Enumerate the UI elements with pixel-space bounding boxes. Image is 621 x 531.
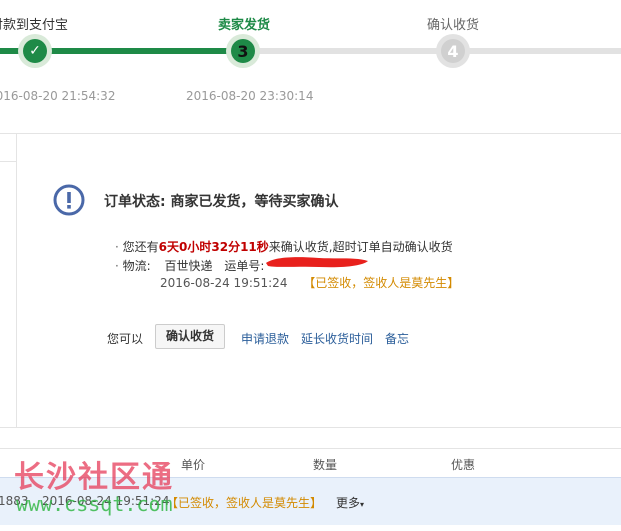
bullet: ·: [115, 240, 119, 254]
action-prefix: 您可以: [107, 332, 144, 346]
logistics-time: 2016-08-24 19:51:24: [160, 276, 288, 290]
remaining-time-line: · 您还有6天0小时32分11秒来确认收货,超时订单自动确认收货: [115, 238, 453, 255]
step-time-shipped: 2016-08-20 23:30:14: [186, 89, 314, 103]
remaining-prefix: 您还有: [122, 240, 159, 254]
row-note: 【已签收，签收人是莫先生】: [166, 496, 323, 510]
col-header-discount: 优惠: [451, 458, 476, 472]
step-circle-shipped: 3: [226, 34, 260, 68]
logistics-detail-line: 2016-08-24 19:51:24 【已签收，签收人是莫先生】: [160, 274, 459, 291]
col-header-price: 单价: [181, 458, 206, 472]
step-number-4: 4: [441, 39, 465, 63]
memo-link[interactable]: 备忘: [385, 330, 409, 347]
step-label-confirm: 确认收货: [427, 18, 480, 33]
step-circle-confirm: 4: [436, 34, 470, 68]
order-status-title: 订单状态: 商家已发货，等待买家确认: [104, 194, 339, 210]
step-circle-paid: ✓: [18, 34, 52, 68]
watermark-title: 长沙社区通: [14, 460, 174, 495]
refund-link[interactable]: 申请退款: [241, 330, 289, 347]
logistics-line: · 物流: 百世快递 运单号:: [115, 257, 264, 274]
confirm-receipt-button[interactable]: 确认收货: [155, 324, 226, 349]
remaining-time: 6天0小时32分11秒: [158, 240, 269, 254]
chevron-down-icon: ▾: [360, 500, 365, 509]
check-icon: ✓: [23, 39, 47, 63]
main-divider-top: [0, 133, 621, 134]
watermark-url: www.cssqt.com: [16, 492, 173, 516]
logistics-label: 物流:: [122, 259, 151, 273]
step-number-3: 3: [231, 39, 255, 63]
exclamation-circle-icon: [53, 184, 85, 216]
left-column-cap: [0, 134, 17, 162]
carrier-name: 百世快递: [164, 259, 213, 273]
remaining-suffix: 来确认收货,超时订单自动确认收货: [268, 240, 453, 254]
step-label-paid: 付款到支付宝: [0, 18, 69, 33]
left-column: [0, 134, 17, 427]
more-label: 更多: [336, 496, 361, 510]
bullet: ·: [115, 259, 119, 273]
tracking-label: 运单号:: [224, 259, 265, 273]
main-divider-bottom: [0, 427, 621, 428]
progress-bar-pending: [244, 48, 621, 54]
step-time-paid: 2016-08-20 21:54:32: [0, 89, 116, 103]
more-menu[interactable]: 更多▾: [336, 494, 364, 511]
logistics-note: 【已签收，签收人是莫先生】: [303, 276, 460, 290]
col-header-qty: 数量: [313, 458, 338, 472]
step-label-shipped: 卖家发货: [218, 18, 271, 33]
redacted-tracking-number: [266, 257, 368, 268]
extend-time-link[interactable]: 延长收货时间: [301, 330, 373, 347]
